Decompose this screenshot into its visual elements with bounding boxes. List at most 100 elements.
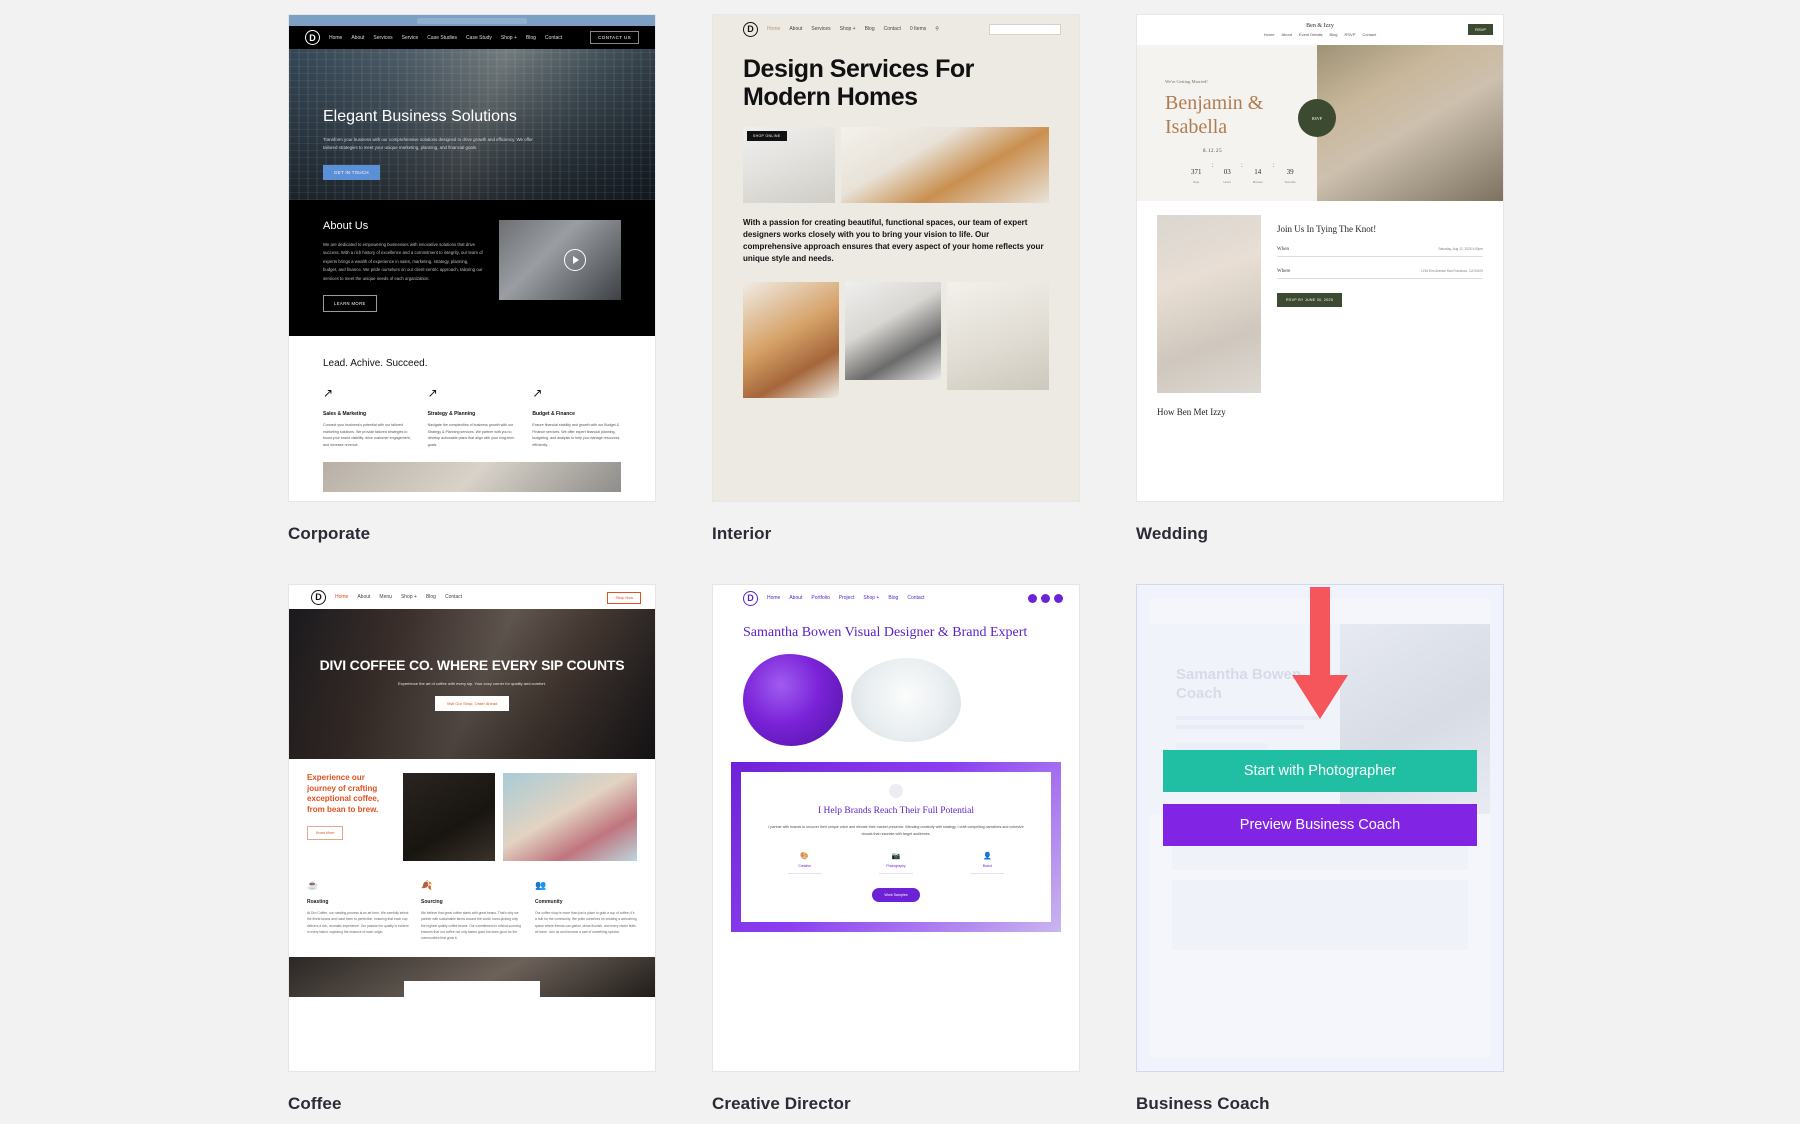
nav-item: About [789,595,803,601]
nav-item: Project [838,595,855,601]
gallery-image [743,281,839,398]
journey-title: Experience our journey of crafting excep… [307,773,380,814]
play-icon [563,249,586,271]
nav-links: Home About Event Details Blog RSVP Conta… [1264,32,1376,37]
about-video [499,220,621,300]
gallery-image [947,281,1049,390]
panel-title: I Help Brands Reach Their Full Potential [817,806,975,817]
template-thumbnail-business-coach[interactable]: Samantha Bowen Coach Start with Photogra… [1136,584,1504,1072]
template-thumbnail-coffee[interactable]: D Home About Menu Shop + Blog Contact Sh… [288,584,656,1072]
site-brand: Ben & Izzy [1306,23,1334,29]
nav-item: Shop + [500,34,517,41]
feature-title: Roasting [307,899,329,905]
nav-item: Case Studies [427,34,458,41]
decorative-dots [1028,594,1063,603]
template-label-creative-director: Creative Director [712,1094,851,1113]
community-icon: 👥 [535,880,547,890]
avatar [889,784,903,799]
template-card-wedding[interactable]: Ben & Izzy Home About Event Details Blog… [1136,14,1504,584]
camera-icon: 📷 [891,852,901,860]
hero-section: We're Getting Married! Benjamin & Isabel… [1137,45,1503,201]
service-text: Connect your business's potential with o… [323,422,411,447]
nav-item: Event Details [1298,32,1323,37]
template-thumbnail-creative-director[interactable]: D Home About Portfolio Project Shop + Bl… [712,584,1080,1072]
divi-logo-icon: D [743,21,758,37]
template-card-corporate[interactable]: D Home About Services Service Case Studi… [288,14,656,584]
image-gallery [713,266,1079,398]
template-card-interior[interactable]: D Home About Services Shop + Blog Contac… [712,14,1080,584]
countdown-label: Seconds [1284,180,1296,185]
site-nav-interior: D Home About Services Shop + Blog Contac… [713,15,1079,43]
feature-sourcing: 🍂 Sourcing We believe that great coffee … [421,881,523,941]
site-nav-creative: D Home About Portfolio Project Shop + Bl… [713,585,1079,611]
about-text: We are dedicated to empowering businesse… [323,242,483,281]
action-buttons: Start with Photographer Preview Business… [1163,750,1477,858]
know-more-button: Know More [307,826,344,841]
template-card-business-coach[interactable]: Samantha Bowen Coach Start with Photogra… [1136,584,1504,1114]
divider [970,872,1005,874]
story-title: How Ben Met Izzy [1157,407,1226,417]
journey-image-beans [403,773,495,861]
template-label-interior: Interior [712,524,772,543]
hero-text: Transform your business with our compreh… [323,137,533,150]
service-column: ↗ Strategy & Planning Navigate the compl… [428,387,517,449]
feature-title: Community [535,899,563,905]
nav-item: Case Study [466,34,492,41]
nav-item: Shop + [400,594,417,600]
nav-item: Home [1263,32,1275,37]
nav-item: About [1281,32,1292,37]
service-column: ↗ Sales & Marketing Connect your busines… [323,387,412,449]
journey-image-food [503,773,637,861]
divi-logo-icon: D [305,30,320,45]
template-thumbnail-corporate[interactable]: D Home About Services Service Case Studi… [288,14,656,502]
template-card-creative-director[interactable]: D Home About Portfolio Project Shop + Bl… [712,584,1080,1114]
nav-item: Services [811,26,831,32]
preview-business-coach-button[interactable]: Preview Business Coach [1163,804,1477,846]
detail-key: Where [1277,269,1291,275]
nav-item: Blog [888,595,899,601]
arrow-up-right-icon: ↗ [323,385,334,400]
gallery-image [845,281,941,380]
hero-date: 8.12.25 [1203,149,1223,155]
cart-count: 0 Items [909,26,927,32]
feature-text: We believe that great coffee starts with… [421,911,521,940]
hero-blobs [713,642,1079,747]
nav-links: Home About Services Service Case Studies… [329,35,581,41]
nav-item: Contact [883,26,901,32]
nav-item: Shop + [863,595,880,601]
nav-item: About [357,594,371,600]
nav-item: Contact [907,595,925,601]
template-card-coffee[interactable]: D Home About Menu Shop + Blog Contact Sh… [288,584,656,1114]
hero-names: Benjamin & Isabella [1165,92,1264,138]
nav-item: Home [335,594,349,600]
nav-item: Contact [444,594,463,600]
service-label: Photography [886,863,906,868]
learn-more-button: LEARN MORE [323,294,377,312]
nav-item: Service [401,34,419,41]
hero-section: Elegant Business Solutions Transform you… [289,49,655,200]
feature-title: Sourcing [421,899,443,905]
feature-text: At Divi Coffee, our roasting process is … [307,911,409,934]
nav-item: Blog [1329,32,1338,37]
contact-us-button: CONTACT US [590,31,639,44]
nav-item: Contact [1362,32,1377,37]
coffee-cup-icon: ☕ [307,880,319,890]
feature-community: 👥 Community Our coffee shop is more than… [535,881,637,941]
search-icon: ⚲ [935,26,939,32]
service-creative: 🎨 Creative [787,852,822,874]
service-title: Strategy & Planning [427,410,476,417]
template-thumbnail-wedding[interactable]: Ben & Izzy Home About Event Details Blog… [1136,14,1504,502]
footer-card [404,981,540,1004]
divi-logo-icon: D [743,590,758,606]
divi-logo-icon: D [311,589,326,605]
divider [787,872,822,874]
detail-key: When [1277,247,1289,253]
start-with-photographer-button[interactable]: Start with Photographer [1163,750,1477,792]
announcement-pill [417,18,527,24]
service-label: Brand [982,863,992,868]
nav-item: Shop + [839,26,856,32]
lead-title: Lead. Achive. Succeed. [323,357,428,369]
intro-text: With a passion for creating beautiful, f… [743,218,1044,264]
template-thumbnail-interior[interactable]: D Home About Services Shop + Blog Contac… [712,14,1080,502]
detail-value: 1234 Elm Avenue San Francisco, CA 94109 [1421,269,1483,274]
